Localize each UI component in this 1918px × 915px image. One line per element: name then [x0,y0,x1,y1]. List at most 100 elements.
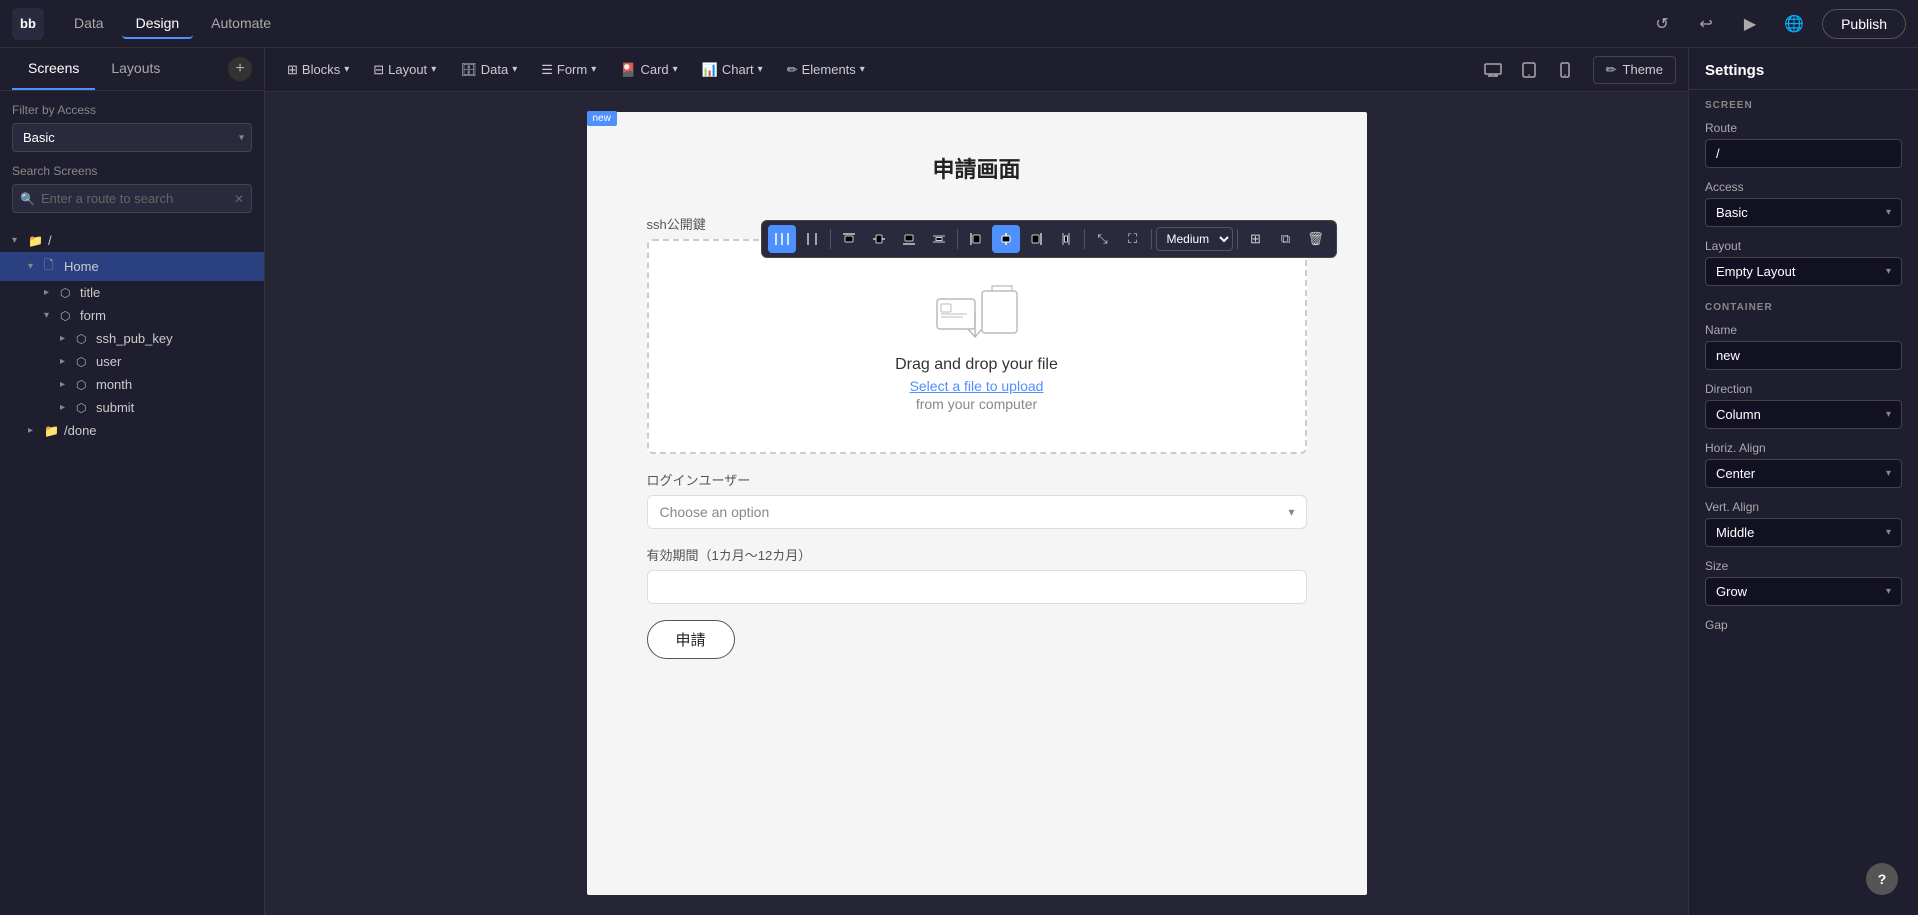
horiz-align-select[interactable]: Center ▾ [1705,459,1902,488]
app-logo: bb [12,8,44,40]
tree-label-month: month [96,377,132,392]
tab-layouts[interactable]: Layouts [95,48,176,90]
size-value: Grow [1716,584,1747,599]
tree-item-form[interactable]: ▾ ⬡ form [0,304,264,327]
nav-tab-data[interactable]: Data [60,9,118,39]
float-col3-button[interactable] [768,225,796,253]
right-panel: Settings SCREEN Route Access Basic ▾ Lay… [1688,48,1918,915]
float-align-bottom-button[interactable] [895,225,923,253]
screen-tree: ▾ 📁 / ▾ 🗋 Home ▸ ⬡ title ▾ ⬡ form [0,225,264,915]
submit-button[interactable]: 申請 [647,620,735,659]
float-size-select[interactable]: Medium [1156,227,1233,251]
chart-menu[interactable]: 📊 Chart ▾ [692,57,773,83]
globe-icon[interactable]: 🌐 [1778,8,1810,40]
blocks-menu[interactable]: ⊞ Blocks ▾ [277,57,359,83]
validity-input[interactable] [647,570,1307,604]
nav-tab-automate[interactable]: Automate [197,9,285,39]
direction-row: Direction Column ▾ [1689,376,1918,435]
drop-sub-text: from your computer [916,396,1037,412]
layout-menu[interactable]: ⊟ Layout ▾ [363,57,446,83]
left-sidebar: Screens Layouts + Filter by Access Basic… [0,48,265,915]
tree-label-submit: submit [96,400,134,415]
tree-arrow-form: ▾ [44,310,60,321]
tree-item-submit[interactable]: ▸ ⬡ submit [0,396,264,419]
route-input[interactable] [1705,139,1902,168]
card-arrow-icon: ▾ [673,64,678,75]
top-nav: bb Data Design Automate ↺ ↩ ▶ 🌐 Publish [0,0,1918,48]
tree-item-month[interactable]: ▸ ⬡ month [0,373,264,396]
data-icon: 🗄 [460,62,477,78]
desktop-view-button[interactable] [1477,56,1509,84]
float-expand-button[interactable]: ⛶ [1119,225,1147,253]
tree-label-home: Home [64,259,99,274]
nav-tab-design[interactable]: Design [122,9,194,39]
float-divider-3 [1084,229,1085,249]
layout-select[interactable]: Empty Layout ▾ [1705,257,1902,286]
refresh-icon[interactable]: ↺ [1646,8,1678,40]
float-copy-button[interactable]: ⧉ [1272,225,1300,253]
horiz-align-row: Horiz. Align Center ▾ [1689,435,1918,494]
direction-value: Column [1716,407,1761,422]
tree-item-user[interactable]: ▸ ⬡ user [0,350,264,373]
elements-arrow-icon: ▾ [860,64,865,75]
access-filter-select[interactable]: Basic [12,123,252,152]
float-distribute-button[interactable] [925,225,953,253]
tree-item-done[interactable]: ▸ 📁 /done [0,419,264,442]
tree-label-form: form [80,308,106,323]
user-select[interactable]: Choose an option [647,495,1307,529]
form-menu[interactable]: ☰ Form ▾ [531,57,606,83]
help-button[interactable]: ? [1866,863,1898,895]
canvas-frame: new [587,112,1367,895]
folder-icon: 📁 [28,234,44,248]
top-actions: ↺ ↩ ▶ 🌐 Publish [1646,8,1906,40]
undo-icon[interactable]: ↩ [1690,8,1722,40]
float-col2-button[interactable] [798,225,826,253]
theme-button[interactable]: ✏ Theme [1593,56,1676,84]
login-user-label: ログインユーザー [647,470,1307,489]
file-drop-zone[interactable]: Drag and drop your file Select a file to… [647,239,1307,454]
float-align-top2-button[interactable] [1052,225,1080,253]
access-select[interactable]: Basic ▾ [1705,198,1902,227]
name-input[interactable] [1705,341,1902,370]
float-align-top-button[interactable] [835,225,863,253]
float-divider-5 [1237,229,1238,249]
clear-search-icon[interactable]: ✕ [234,192,244,206]
publish-button[interactable]: Publish [1822,9,1906,39]
drop-main-text: Drag and drop your file [895,356,1058,374]
tab-screens[interactable]: Screens [12,48,95,90]
float-shrink-button[interactable]: ⤡ [1089,225,1117,253]
play-icon[interactable]: ▶ [1734,8,1766,40]
float-delete-button[interactable]: 🗑 [1302,225,1330,253]
blocks-icon: ⊞ [287,62,298,78]
form-arrow-icon: ▾ [591,64,596,75]
float-align-left-button[interactable] [962,225,990,253]
card-menu[interactable]: 🎴 Card ▾ [610,57,687,83]
tree-item-title[interactable]: ▸ ⬡ title [0,281,264,304]
canvas-area: ⊞ Blocks ▾ ⊟ Layout ▾ 🗄 Data ▾ ☰ Form ▾ … [265,48,1688,915]
elements-menu[interactable]: ✏ Elements ▾ [777,57,875,83]
tree-item-root[interactable]: ▾ 📁 / [0,229,264,252]
horiz-align-arrow-icon: ▾ [1886,468,1891,479]
float-align-hcenter-button[interactable] [992,225,1020,253]
data-menu[interactable]: 🗄 Data ▾ [450,57,527,83]
search-input[interactable] [12,184,252,213]
size-select[interactable]: Grow ▾ [1705,577,1902,606]
folder-icon-done: 📁 [44,424,60,438]
layout-arrow-icon: ▾ [431,64,436,75]
container-section-label: CONTAINER [1689,292,1918,317]
tree-arrow-submit: ▸ [60,402,76,413]
tree-item-home[interactable]: ▾ 🗋 Home [0,252,264,281]
tablet-view-button[interactable] [1513,56,1545,84]
chart-label: Chart [722,62,754,77]
float-align-center-button[interactable] [865,225,893,253]
vert-align-select[interactable]: Middle ▾ [1705,518,1902,547]
drop-link[interactable]: Select a file to upload [910,378,1044,394]
tree-item-ssh[interactable]: ▸ ⬡ ssh_pub_key [0,327,264,350]
mobile-view-button[interactable] [1549,56,1581,84]
float-grid-button[interactable]: ⊞ [1242,225,1270,253]
add-screen-button[interactable]: + [228,57,252,81]
float-align-right-button[interactable] [1022,225,1050,253]
direction-select[interactable]: Column ▾ [1705,400,1902,429]
form-icon: ☰ [541,62,553,78]
float-toolbar: ⤡ ⛶ Medium ⊞ ⧉ 🗑 [761,220,1337,258]
